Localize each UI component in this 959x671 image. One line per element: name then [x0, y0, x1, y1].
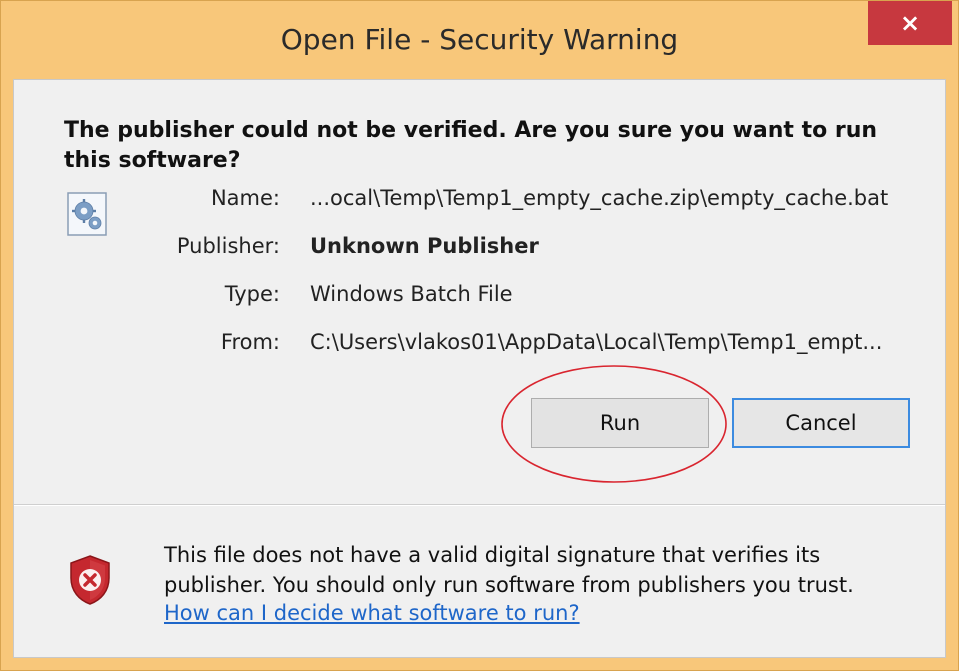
cancel-button[interactable]: Cancel: [732, 398, 910, 448]
dialog-body: The publisher could not be verified. Are…: [13, 79, 946, 658]
title-bar[interactable]: Open File - Security Warning ×: [1, 1, 958, 79]
close-icon: ×: [899, 9, 921, 37]
type-value: Windows Batch File: [310, 282, 513, 306]
name-value: ...ocal\Temp\Temp1_empty_cache.zip\empty…: [310, 186, 889, 210]
publisher-value: Unknown Publisher: [310, 234, 539, 258]
publisher-label: Publisher:: [176, 234, 280, 258]
close-button[interactable]: ×: [868, 1, 952, 45]
help-link[interactable]: How can I decide what software to run?: [164, 601, 580, 625]
warning-question: The publisher could not be verified. Are…: [64, 118, 878, 173]
gears-file-icon: [66, 192, 108, 236]
dialog-title: Open File - Security Warning: [280, 23, 679, 56]
signature-warning-text: This file does not have a valid digital …: [164, 543, 854, 597]
from-value: C:\Users\vlakos01\AppData\Local\Temp\Tem…: [310, 330, 883, 354]
from-label: From:: [220, 330, 280, 354]
type-label: Type:: [224, 282, 280, 306]
security-warning-dialog: Open File - Security Warning × The publi…: [0, 0, 959, 671]
run-button[interactable]: Run: [531, 398, 709, 448]
name-label: Name:: [210, 186, 280, 210]
shield-error-icon: [68, 554, 112, 606]
